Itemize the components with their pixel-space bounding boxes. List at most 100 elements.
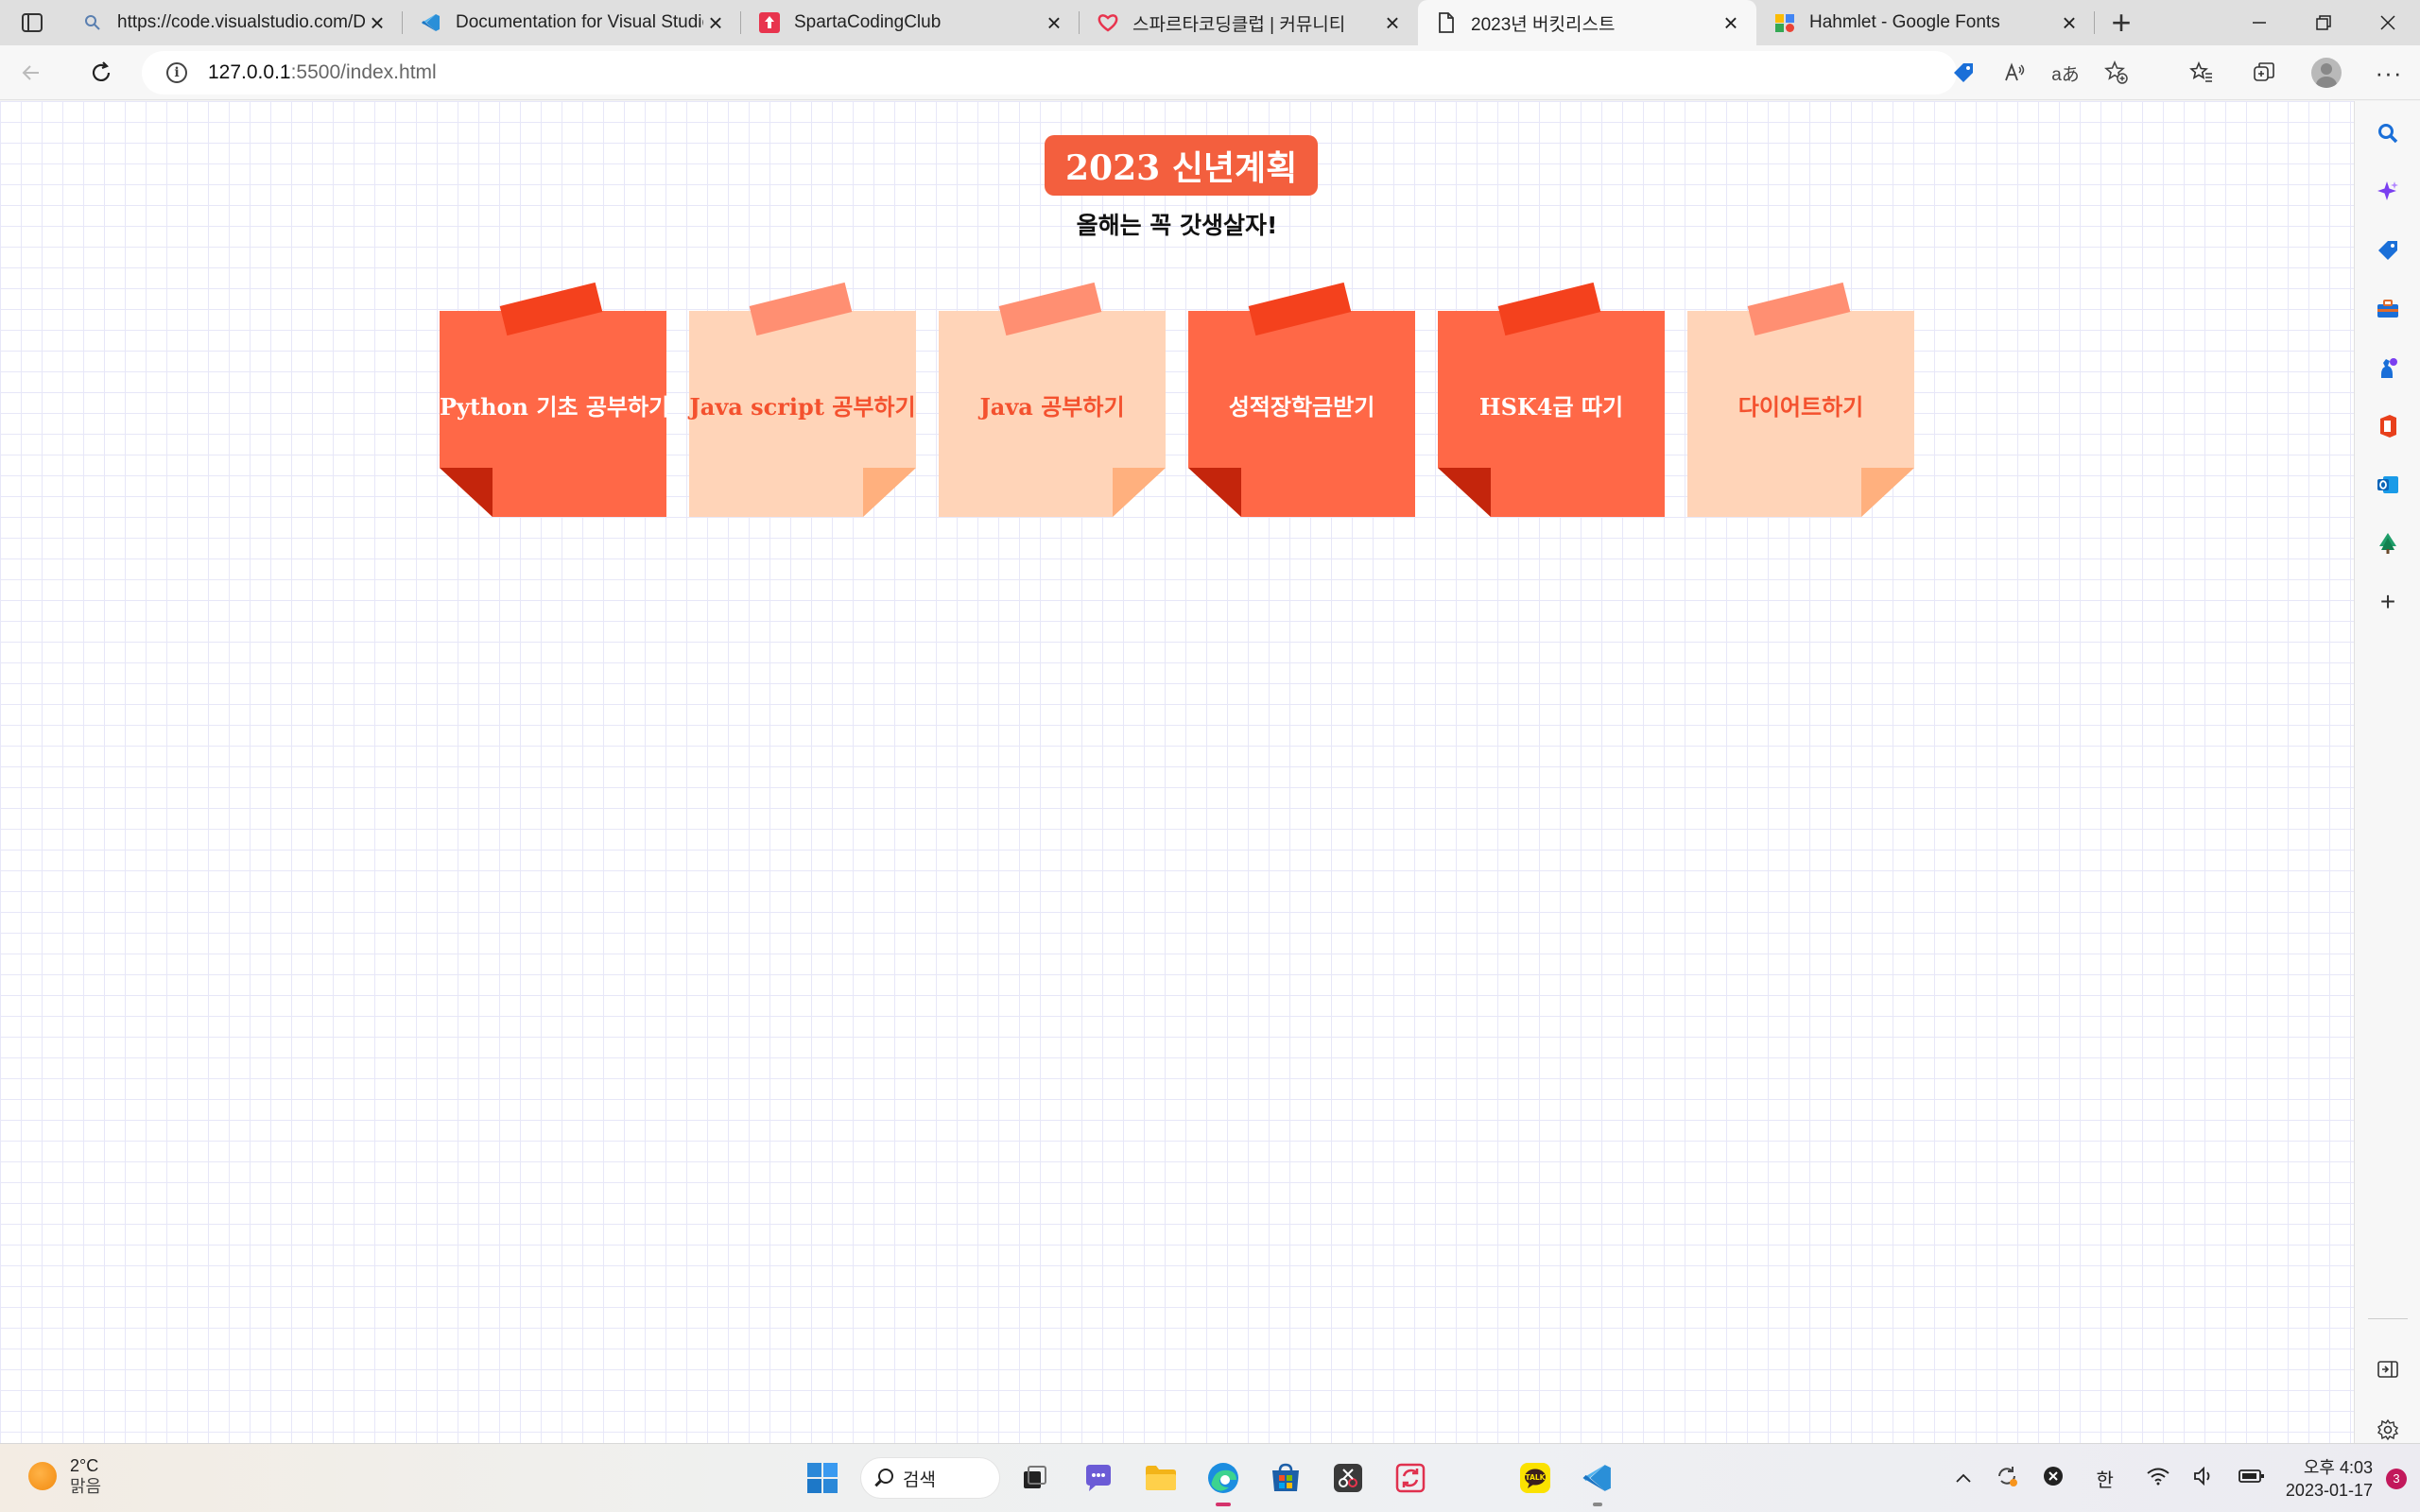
sidebar-outlook-icon[interactable] bbox=[2355, 466, 2420, 504]
note-label: HSK4급 따기 bbox=[1478, 393, 1624, 421]
edge-sidebar: + bbox=[2354, 101, 2420, 1443]
sidebar-copilot-icon[interactable] bbox=[2355, 173, 2420, 211]
sync-app-icon[interactable] bbox=[1390, 1457, 1431, 1499]
clock-date: 2023-01-17 bbox=[2285, 1480, 2373, 1500]
weather-widget[interactable]: 2°C 맑음 bbox=[28, 1455, 101, 1497]
favorites-icon[interactable] bbox=[2170, 45, 2233, 100]
restore-button[interactable] bbox=[2291, 0, 2356, 45]
tab-title: https://code.visualstudio.com/Do bbox=[117, 12, 365, 32]
search-icon bbox=[81, 11, 104, 34]
page-viewport: 2023 신년계획 올해는 꼭 갓생살자! Python 기초 공부하기 Jav… bbox=[0, 101, 2354, 1443]
app-close-icon[interactable] bbox=[2042, 1465, 2065, 1493]
tab-title: Documentation for Visual Studio bbox=[456, 12, 703, 32]
taskbar-search[interactable]: 검색 bbox=[860, 1457, 1000, 1499]
vscode-icon[interactable] bbox=[1577, 1457, 1618, 1506]
settings-and-more-icon[interactable]: ··· bbox=[2358, 45, 2420, 100]
start-button[interactable] bbox=[802, 1457, 843, 1499]
tab-strip: https://code.visualstudio.com/Do × Docum… bbox=[0, 0, 2420, 45]
note-fold bbox=[1438, 468, 1491, 517]
svg-text:TALK: TALK bbox=[1526, 1473, 1547, 1482]
close-tab-icon[interactable]: × bbox=[2057, 9, 2082, 37]
new-tab-button[interactable]: + bbox=[2095, 0, 2148, 45]
note-fold bbox=[1188, 468, 1241, 517]
tab-sparta-community[interactable]: 스파르타코딩클럽 | 커뮤니티 × bbox=[1080, 0, 1418, 45]
notification-badge[interactable]: 3 bbox=[2386, 1468, 2407, 1489]
url-path: :5500/index.html bbox=[290, 61, 437, 83]
page-title: 2023 신년계획 bbox=[1045, 135, 1319, 196]
sidebar-search-icon[interactable] bbox=[2355, 114, 2420, 152]
sparta-icon bbox=[758, 11, 781, 34]
shopping-tag-icon[interactable] bbox=[1938, 45, 1989, 100]
add-favorite-icon[interactable] bbox=[2091, 45, 2142, 100]
microsoft-store-icon[interactable] bbox=[1265, 1457, 1306, 1499]
active-app-indicator bbox=[1216, 1503, 1231, 1506]
note-label: 다이어트하기 bbox=[1737, 393, 1864, 421]
note-label: Java 공부하기 bbox=[979, 393, 1125, 421]
page-icon bbox=[1435, 11, 1458, 34]
wifi-icon[interactable] bbox=[2146, 1467, 2170, 1491]
update-icon[interactable] bbox=[1995, 1464, 2019, 1494]
refresh-button[interactable] bbox=[70, 45, 132, 100]
close-tab-icon[interactable]: × bbox=[1042, 9, 1066, 37]
window-controls bbox=[2227, 0, 2420, 45]
address-bar-actions: aあ bbox=[1938, 45, 2142, 100]
show-hidden-icons-chevron-icon[interactable] bbox=[1955, 1468, 1972, 1489]
sidebar-games-icon[interactable] bbox=[2355, 349, 2420, 387]
tab-vscode-docs-search[interactable]: https://code.visualstudio.com/Do × bbox=[64, 0, 403, 45]
sticky-note: Python 기초 공부하기 bbox=[440, 282, 670, 517]
hide-sidebar-icon[interactable] bbox=[2355, 1350, 2420, 1388]
tab-actions-button[interactable] bbox=[0, 0, 64, 45]
avatar bbox=[2311, 58, 2342, 88]
teams-chat-icon[interactable] bbox=[1078, 1457, 1119, 1499]
browser-toolbar: i 127.0.0.1 :5500/index.html aあ ··· bbox=[0, 45, 2420, 100]
tab-title: 스파르타코딩클럽 | 커뮤니티 bbox=[1132, 14, 1346, 35]
translate-icon[interactable]: aあ bbox=[2040, 45, 2091, 100]
task-view-icon[interactable] bbox=[1013, 1457, 1055, 1499]
sidebar-divider bbox=[2368, 1318, 2408, 1319]
close-tab-icon[interactable]: × bbox=[1719, 9, 1743, 37]
tab-bucket-list[interactable]: 2023년 버킷리스트 × bbox=[1418, 0, 1756, 45]
kakaotalk-icon[interactable]: TALK bbox=[1514, 1457, 1556, 1499]
taskbar: 2°C 맑음 검색 TALK 한 오후 4:03 2023-01-17 3 bbox=[0, 1443, 2420, 1512]
file-explorer-icon[interactable] bbox=[1140, 1457, 1182, 1499]
sidebar-shopping-icon[interactable] bbox=[2355, 232, 2420, 269]
sticky-note: Java 공부하기 bbox=[939, 282, 1166, 517]
minimize-button[interactable] bbox=[2227, 0, 2291, 45]
sidebar-tools-icon[interactable] bbox=[2355, 290, 2420, 328]
close-tab-icon[interactable]: × bbox=[703, 9, 728, 37]
search-icon bbox=[878, 1469, 893, 1484]
close-tab-icon[interactable]: × bbox=[1380, 9, 1405, 37]
url-host: 127.0.0.1 bbox=[208, 61, 291, 83]
back-button[interactable] bbox=[0, 45, 62, 100]
ime-indicator[interactable]: 한 bbox=[2097, 1465, 2114, 1492]
collections-icon[interactable] bbox=[2233, 45, 2295, 100]
note-fold bbox=[1113, 468, 1166, 517]
sticky-note: HSK4급 따기 bbox=[1438, 282, 1665, 517]
search-label: 검색 bbox=[903, 1469, 936, 1490]
edge-icon[interactable] bbox=[1202, 1457, 1244, 1506]
address-bar[interactable]: i 127.0.0.1 :5500/index.html bbox=[142, 51, 1957, 94]
close-window-button[interactable] bbox=[2356, 0, 2420, 45]
volume-icon[interactable] bbox=[2193, 1466, 2216, 1491]
browser-tools: ··· bbox=[2170, 45, 2420, 100]
vertical-tabs-icon bbox=[22, 13, 43, 32]
sidebar-office-icon[interactable] bbox=[2355, 407, 2420, 445]
weather-condition: 맑음 bbox=[70, 1477, 102, 1496]
site-info-icon[interactable]: i bbox=[166, 62, 187, 83]
note-label: Python 기초 공부하기 bbox=[440, 393, 670, 421]
note-label: Java script 공부하기 bbox=[689, 393, 916, 421]
sun-icon bbox=[28, 1462, 57, 1490]
tab-sparta-coding-club[interactable]: SpartaCodingClub × bbox=[741, 0, 1080, 45]
tab-title: SpartaCodingClub bbox=[794, 12, 942, 32]
tab-hahmlet-google-fonts[interactable]: Hahmlet - Google Fonts × bbox=[1756, 0, 2095, 45]
note-fold bbox=[863, 468, 916, 517]
close-tab-icon[interactable]: × bbox=[365, 9, 389, 37]
read-aloud-icon[interactable] bbox=[1989, 45, 2040, 100]
taskbar-clock[interactable]: 오후 4:03 2023-01-17 bbox=[2286, 1456, 2373, 1502]
tab-vscode-documentation[interactable]: Documentation for Visual Studio × bbox=[403, 0, 741, 45]
profile-button[interactable] bbox=[2295, 45, 2358, 100]
snipping-tool-icon[interactable] bbox=[1327, 1457, 1369, 1499]
battery-icon[interactable] bbox=[2238, 1468, 2265, 1489]
sidebar-tree-icon[interactable] bbox=[2355, 524, 2420, 562]
sidebar-add-icon[interactable]: + bbox=[2355, 583, 2420, 621]
